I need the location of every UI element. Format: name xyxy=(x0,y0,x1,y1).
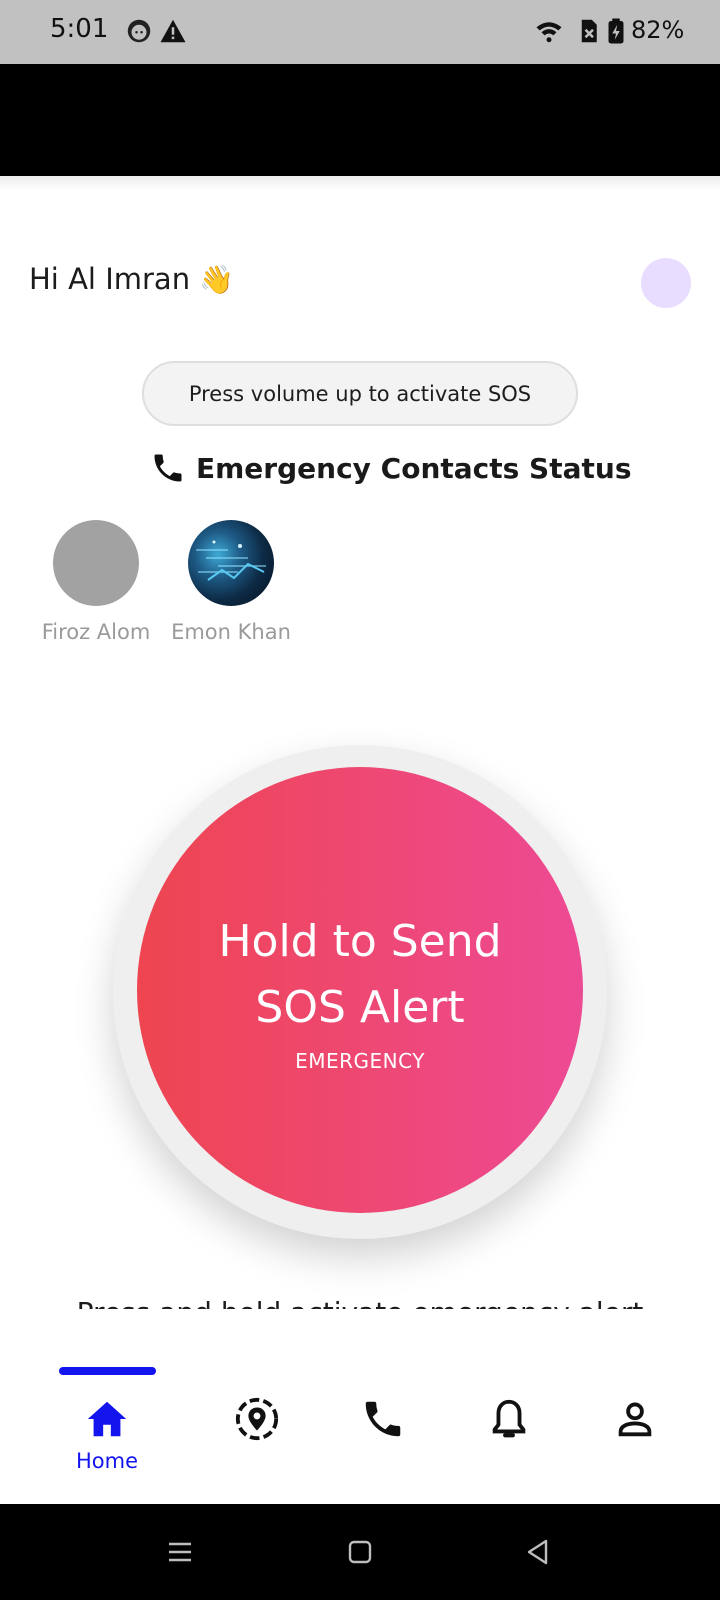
sos-title-line1: Hold to Send xyxy=(218,916,502,967)
wave-emoji: 👋 xyxy=(199,263,235,296)
helper-text-container: Press and hold activate emergency alert xyxy=(0,1290,720,1309)
nav-item-home[interactable]: Home xyxy=(57,1396,157,1473)
nav-item-location[interactable] xyxy=(207,1396,307,1447)
nav-active-indicator xyxy=(59,1367,156,1375)
back-icon[interactable] xyxy=(521,1535,555,1569)
nav-label-home: Home xyxy=(75,1449,138,1473)
person-icon xyxy=(618,1402,652,1437)
menu-icon[interactable] xyxy=(163,1535,197,1569)
phone-icon xyxy=(154,454,182,482)
location-icon xyxy=(235,1397,279,1441)
sos-title-line2: SOS Alert xyxy=(255,982,465,1033)
contact-avatar xyxy=(188,520,274,606)
home-icon xyxy=(87,1401,127,1437)
contact-item[interactable]: Emon Khan xyxy=(161,520,301,644)
nav-item-notifications[interactable] xyxy=(459,1396,559,1447)
status-time: 5:01 xyxy=(50,14,109,44)
face-notification-icon xyxy=(124,16,154,46)
battery-charging-icon xyxy=(601,16,631,46)
sos-hint-pill: Press volume up to activate SOS xyxy=(142,361,578,426)
profile-avatar[interactable] xyxy=(641,258,691,308)
contact-item[interactable]: Firoz Alom xyxy=(26,520,166,644)
warning-icon xyxy=(158,16,188,46)
divider xyxy=(0,176,720,190)
battery-percent: 82% xyxy=(631,16,685,44)
greeting-text: Hi Al Imran xyxy=(29,262,191,296)
bell-icon xyxy=(492,1399,526,1438)
app-bar xyxy=(0,64,720,176)
contact-name: Emon Khan xyxy=(171,620,291,644)
sos-title: Hold to Send SOS Alert xyxy=(218,909,501,1041)
no-sim-icon xyxy=(573,16,603,46)
phone-icon xyxy=(365,1401,401,1437)
home-square-icon[interactable] xyxy=(343,1535,377,1569)
sos-button[interactable]: Hold to Send SOS Alert EMERGENCY xyxy=(137,767,583,1213)
contacts-heading-text: Emergency Contacts Status xyxy=(196,451,632,485)
nav-item-phone[interactable] xyxy=(333,1396,433,1447)
status-bar: 5:01 82% xyxy=(0,0,720,64)
helper-text: Press and hold activate emergency alert xyxy=(0,1296,720,1309)
contact-avatar xyxy=(53,520,139,606)
nav-item-profile[interactable] xyxy=(585,1396,685,1447)
wifi-icon xyxy=(534,16,564,46)
sos-subtitle: EMERGENCY xyxy=(295,1049,425,1073)
contacts-heading: Emergency Contacts Status xyxy=(150,448,632,488)
greeting: Hi Al Imran 👋 xyxy=(29,262,234,296)
contact-name: Firoz Alom xyxy=(41,620,151,644)
